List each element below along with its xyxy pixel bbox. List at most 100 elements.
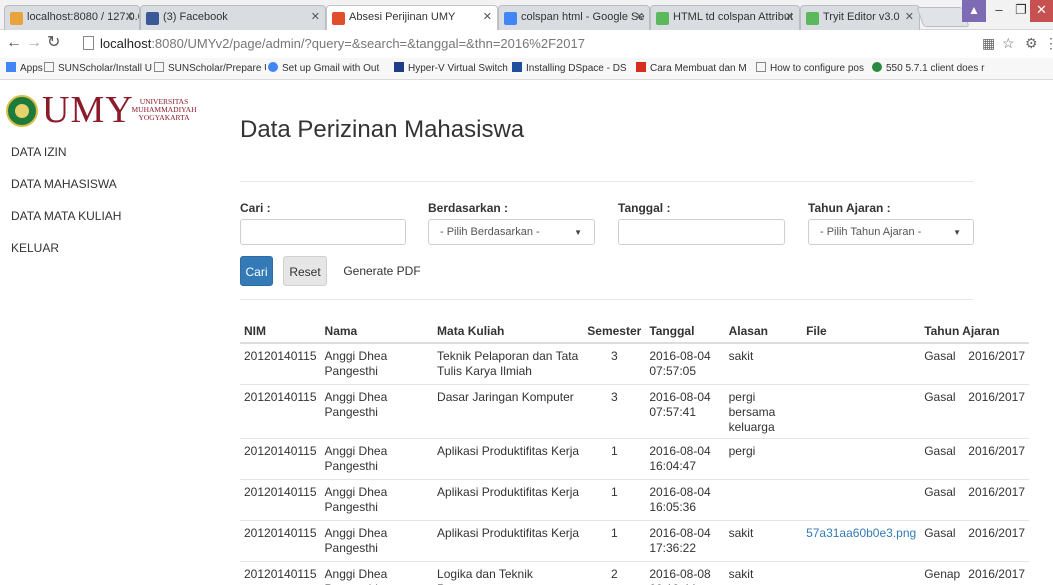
- cell-semester-type: Gasal: [920, 437, 965, 479]
- site-favicon-icon: [332, 12, 345, 25]
- sidebar-item-data-mahasiswa[interactable]: DATA MAHASISWA: [11, 177, 117, 191]
- tab-label: Tryit Editor v3.0: [823, 11, 900, 23]
- cell-semester: 2: [583, 560, 646, 585]
- berdasarkan-value: - Pilih Berdasarkan -: [440, 226, 540, 238]
- col-header-nama: Nama: [320, 320, 434, 344]
- search-input[interactable]: [240, 219, 406, 245]
- umy-logo[interactable]: UMY UNIVERSITAS MUHAMMADIYAH YOGYAKARTA: [6, 89, 211, 137]
- logo-text: UMY: [42, 89, 134, 131]
- bookmark-label: SUNScholar/Install Ub: [58, 63, 152, 74]
- bookmark-cara-membuat[interactable]: Cara Membuat dan M: [636, 62, 750, 74]
- bookmark-label: SUNScholar/Prepare U: [168, 63, 266, 74]
- tab-label: localhost:8080 / 127.0.0.1: [27, 11, 139, 23]
- bookmark-label: Apps: [20, 63, 43, 74]
- cell-nim: 20120140115: [240, 342, 321, 384]
- table-row: 20120140115 Anggi Dhea Pangesthi Teknik …: [240, 342, 1029, 384]
- cell-mata-kuliah: Dasar Jaringan Komputer: [433, 383, 584, 438]
- umy-seal-icon: [6, 95, 38, 127]
- dropdown-caret-icon: ▼: [953, 228, 961, 237]
- cell-semester: 1: [583, 519, 646, 561]
- cell-semester-type: Genap: [920, 560, 965, 585]
- bookmark-hyperv[interactable]: Hyper-V Virtual Switch: [394, 62, 510, 74]
- browser-tab-facebook[interactable]: (3) Facebook ✕: [140, 5, 326, 31]
- translate-icon[interactable]: ▦: [982, 35, 995, 52]
- bookmark-sunscholar-install[interactable]: SUNScholar/Install Ub: [44, 62, 152, 74]
- user-profile-icon[interactable]: ▲: [962, 0, 986, 22]
- bookmark-gmail-outlook[interactable]: Set up Gmail with Out: [268, 62, 390, 74]
- cell-tahun: 2016/2017: [964, 383, 1029, 438]
- cell-file: 57a31aa60b0e3.png: [802, 519, 921, 561]
- browser-tab-google[interactable]: colspan html - Google Se ✕: [498, 5, 650, 31]
- back-arrow-icon[interactable]: ←: [6, 34, 22, 52]
- cell-semester-type: Gasal: [920, 519, 965, 561]
- bookmark-apps[interactable]: Apps: [6, 62, 43, 74]
- cari-button[interactable]: Cari: [240, 256, 273, 286]
- cell-nama: Anggi Dhea Pangesthi: [320, 560, 434, 585]
- address-bar[interactable]: localhost:8080/UMYv2/page/admin/?query=&…: [80, 33, 1000, 54]
- berdasarkan-label: Berdasarkan :: [428, 201, 509, 215]
- cell-nim: 20120140115: [240, 437, 321, 479]
- berdasarkan-select[interactable]: - Pilih Berdasarkan - ▼: [428, 219, 595, 245]
- w3schools-icon: [806, 12, 819, 25]
- browser-tab-absesi[interactable]: Absesi Perijinan UMY ✕: [326, 5, 498, 31]
- url-path: :8080/UMYv2/page/admin/?query=&search=&t…: [151, 36, 585, 51]
- w3schools-icon: [656, 12, 669, 25]
- sidebar-item-keluar[interactable]: KELUAR: [11, 241, 59, 255]
- sidebar-item-data-izin[interactable]: DATA IZIN: [11, 145, 67, 159]
- cell-tanggal: 2016-08-04 16:05:36: [645, 478, 725, 520]
- close-tab-icon[interactable]: ✕: [905, 10, 914, 23]
- cell-nama: Anggi Dhea Pangesthi: [320, 478, 434, 520]
- bookmark-sunscholar-prepare[interactable]: SUNScholar/Prepare U: [154, 62, 266, 74]
- close-tab-icon[interactable]: ✕: [483, 10, 492, 23]
- browser-tab-phpmyadmin[interactable]: localhost:8080 / 127.0.0.1 ✕: [4, 5, 140, 31]
- cell-file: [802, 478, 921, 520]
- tahun-ajaran-select[interactable]: - Pilih Tahun Ajaran - ▼: [808, 219, 974, 245]
- cell-semester: 1: [583, 478, 646, 520]
- sidebar-item-data-mata-kuliah[interactable]: DATA MATA KULIAH: [11, 209, 121, 223]
- tanggal-label: Tanggal :: [618, 201, 671, 215]
- reset-button[interactable]: Reset: [283, 256, 327, 286]
- file-link[interactable]: 57a31aa60b0e3.png: [806, 526, 916, 540]
- extension-icon[interactable]: ⚙: [1025, 35, 1038, 52]
- url-host: localhost: [100, 36, 152, 51]
- close-tab-icon[interactable]: ✕: [635, 10, 644, 23]
- close-tab-icon[interactable]: ✕: [311, 10, 320, 23]
- cell-file: [802, 560, 921, 585]
- close-tab-icon[interactable]: ✕: [785, 10, 794, 23]
- col-header-tanggal: Tanggal: [645, 320, 725, 344]
- cell-tahun: 2016/2017: [964, 342, 1029, 384]
- tanggal-input[interactable]: [618, 219, 785, 245]
- bookmark-star-icon[interactable]: ☆: [1002, 35, 1015, 52]
- bookmark-configure[interactable]: How to configure pos: [756, 62, 866, 74]
- table-row: 20120140115 Anggi Dhea Pangesthi Dasar J…: [240, 383, 1029, 438]
- browser-toolbar: ← → ↻ localhost:8080/UMYv2/page/admin/?q…: [0, 30, 1053, 58]
- logo-subtitle: UNIVERSITAS MUHAMMADIYAH YOGYAKARTA: [123, 98, 205, 122]
- close-tab-icon[interactable]: ✕: [125, 10, 134, 23]
- chrome-menu-icon[interactable]: ⋮: [1044, 35, 1053, 52]
- reload-icon[interactable]: ↻: [47, 34, 60, 52]
- bookmark-dspace[interactable]: Installing DSpace - DS: [512, 62, 632, 74]
- dspace-icon: [512, 62, 522, 72]
- tab-label: colspan html - Google Se: [521, 11, 645, 23]
- col-header-semester: Semester: [583, 320, 646, 344]
- cell-nama: Anggi Dhea Pangesthi: [320, 342, 434, 384]
- cell-tanggal: 2016-08-04 07:57:41: [645, 383, 725, 438]
- browser-tab-w3schools-colspan[interactable]: HTML td colspan Attribut ✕: [650, 5, 800, 31]
- col-header-file: File: [802, 320, 921, 344]
- technet-icon: [394, 62, 404, 72]
- page-info-icon[interactable]: [83, 36, 94, 50]
- browser-tab-tryit[interactable]: Tryit Editor v3.0 ✕: [800, 5, 920, 31]
- tab-label: Absesi Perijinan UMY: [349, 11, 456, 23]
- table-row: 20120140115 Anggi Dhea Pangesthi Aplikas…: [240, 478, 1029, 520]
- bookmark-label: Hyper-V Virtual Switch: [408, 63, 508, 74]
- cell-nama: Anggi Dhea Pangesthi: [320, 519, 434, 561]
- bookmark-550-client[interactable]: 550 5.7.1 client does r: [872, 62, 998, 74]
- close-window-icon[interactable]: ✕: [1030, 0, 1053, 22]
- cell-mata-kuliah: Logika dan Teknik Pemograman: [433, 560, 584, 585]
- cell-alasan: sakit: [724, 342, 803, 384]
- generate-pdf-button[interactable]: Generate PDF: [337, 256, 427, 286]
- cell-mata-kuliah: Aplikasi Produktifitas Kerja: [433, 437, 584, 479]
- browser-tab-strip: localhost:8080 / 127.0.0.1 ✕ (3) Faceboo…: [0, 0, 1053, 31]
- logo-subtitle-line: YOGYAKARTA: [138, 113, 190, 122]
- forward-arrow-icon[interactable]: →: [26, 34, 42, 52]
